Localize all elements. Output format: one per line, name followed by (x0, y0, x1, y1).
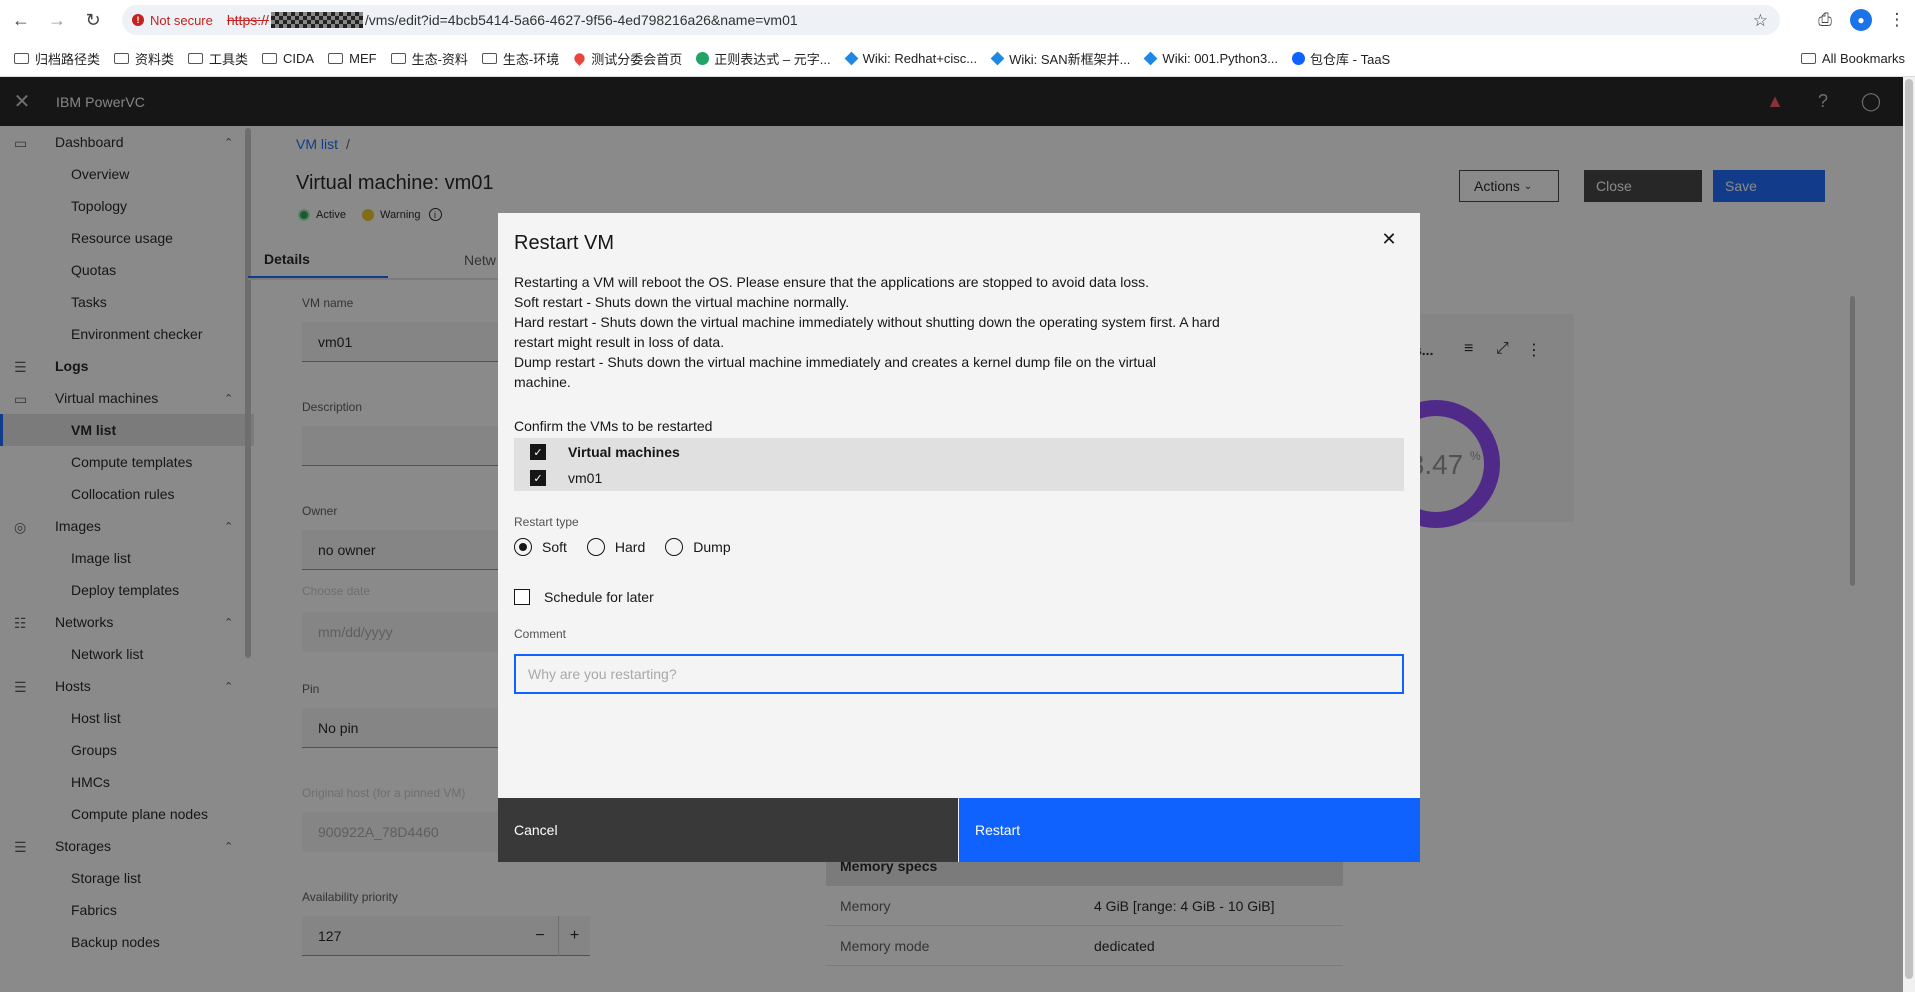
all-bookmarks[interactable]: All Bookmarks (1800, 50, 1905, 66)
radio-hard-label[interactable]: Hard (615, 539, 645, 555)
modal-description: Restarting a VM will reboot the OS. Plea… (514, 272, 1254, 392)
bookmark-item[interactable]: Wiki: SAN新框架并... (990, 49, 1131, 68)
restart-type-group: Soft Hard Dump (514, 538, 751, 556)
modal-title: Restart VM (514, 232, 615, 254)
bookmark-label: CIDA (283, 50, 315, 66)
bookmarks-bar: 归档路径类 资料类 工具类 CIDA MEF 生态-资料 生态-环境 测试分委会首页 正则表达式… (0, 40, 1915, 77)
bookmark-item[interactable]: 归档路径类 (14, 49, 100, 68)
radio-dump-label[interactable]: Dump (693, 539, 730, 555)
folder-icon (14, 52, 29, 64)
radio-dump[interactable] (665, 538, 684, 556)
favicon-icon (844, 51, 858, 65)
bookmark-label: 归档路径类 (35, 51, 101, 67)
bookmark-item[interactable]: 测试分委会首页 (572, 49, 683, 68)
restart-button[interactable]: Restart (959, 798, 1420, 862)
url-host-redacted (270, 12, 363, 28)
back-icon[interactable]: ← (6, 5, 36, 35)
bookmark-label: 包仓库 - TaaS (1310, 51, 1391, 67)
url-path: /vms/edit?id=4bcb5414-5a66-4627-9f56-4ed… (364, 12, 798, 28)
vm-name: vm01 (568, 470, 603, 486)
reload-icon[interactable]: ↻ (78, 5, 108, 35)
bookmark-label: 正则表达式 – 元字... (714, 51, 831, 67)
star-icon[interactable]: ☆ (1753, 11, 1768, 31)
table-header-row: ✓ Virtual machines (514, 439, 1404, 465)
url-scheme: https:// (226, 12, 269, 28)
table-header: Virtual machines (568, 444, 680, 460)
bookmark-item[interactable]: 生态-资料 (390, 49, 468, 68)
restart-vm-modal: Restart VM ✕ Restarting a VM will reboot… (498, 213, 1420, 862)
schedule-label[interactable]: Schedule for later (544, 589, 654, 605)
bookmark-label: 生态-环境 (502, 51, 560, 67)
cancel-button[interactable]: Cancel (498, 798, 958, 862)
folder-icon (1800, 52, 1816, 64)
schedule-checkbox[interactable] (514, 589, 530, 605)
security-chip[interactable]: ! Not secure (132, 13, 213, 28)
bookmark-item[interactable]: Wiki: 001.Python3... (1144, 51, 1278, 66)
bookmark-item[interactable]: 正则表达式 – 元字... (696, 49, 831, 68)
browser-toolbar: ← → ↻ ! Not secure https:// /vms/edit?id=… (0, 0, 1915, 40)
bookmark-label: 资料类 (135, 51, 175, 67)
folder-icon (114, 52, 130, 64)
bookmark-label: 工具类 (209, 51, 249, 67)
select-all-checkbox[interactable]: ✓ (530, 444, 546, 460)
menu-icon[interactable]: ⋮ (1879, 10, 1915, 30)
favicon-icon (1144, 51, 1158, 65)
bookmark-label: 测试分委会首页 (591, 51, 683, 67)
bookmark-label: 生态-资料 (411, 51, 468, 67)
folder-icon (262, 52, 278, 64)
bookmark-label: MEF (349, 50, 377, 66)
restart-type-label: Restart type (514, 515, 579, 529)
comment-label: Comment (514, 627, 567, 641)
forward-icon[interactable]: → (42, 5, 72, 35)
profile-icon[interactable]: ● (1850, 9, 1872, 31)
radio-soft-label[interactable]: Soft (542, 539, 567, 555)
favicon-icon (572, 50, 588, 66)
folder-icon (481, 52, 497, 64)
folder-icon (328, 52, 344, 64)
desc-line-soft: Soft restart - Shuts down the virtual ma… (514, 294, 850, 310)
bookmark-item[interactable]: MEF (328, 50, 377, 66)
vm-confirm-table: ✓ Virtual machines ✓ vm01 (514, 438, 1404, 491)
bookmark-label: Wiki: Redhat+cisc... (862, 50, 978, 66)
schedule-row: Schedule for later (514, 589, 654, 605)
bookmark-item[interactable]: 包仓库 - TaaS (1292, 49, 1390, 68)
bookmark-item[interactable]: 工具类 (188, 49, 248, 68)
bookmark-item[interactable]: CIDA (262, 51, 314, 66)
table-row: ✓ vm01 (514, 465, 1404, 491)
vm-checkbox[interactable]: ✓ (530, 470, 546, 486)
favicon-icon (696, 51, 710, 65)
bookmark-item[interactable]: 生态-环境 (481, 49, 560, 68)
page-scrollbar[interactable] (1903, 77, 1915, 992)
bookmark-label: Wiki: 001.Python3... (1162, 50, 1279, 66)
close-icon[interactable]: ✕ (1375, 225, 1403, 253)
security-label: Not secure (150, 12, 213, 28)
bookmark-label: Wiki: SAN新框架并... (1009, 51, 1131, 67)
desc-line-dump: Dump restart - Shuts down the virtual ma… (514, 354, 1156, 390)
favicon-icon (990, 51, 1005, 65)
folder-icon (390, 52, 406, 64)
comment-input[interactable] (514, 654, 1404, 694)
address-bar[interactable]: ! Not secure https:// /vms/edit?id=4bcb54… (122, 5, 1780, 35)
bookmark-item[interactable]: Wiki: Redhat+cisc... (844, 50, 978, 66)
favicon-icon (1292, 51, 1306, 65)
extensions-icon[interactable]: ⎙ (1807, 10, 1843, 30)
radio-soft[interactable] (514, 538, 532, 556)
warning-icon: ! (132, 14, 144, 26)
radio-hard[interactable] (586, 538, 605, 556)
app-root: ← → ↻ ! Not secure https:// /vms/edit?id=… (0, 0, 1915, 992)
folder-icon (188, 52, 204, 64)
bookmark-item[interactable]: 资料类 (114, 49, 174, 68)
browser-actions: ⎙ ● ⋮ (1807, 0, 1915, 40)
desc-line-warning: Restarting a VM will reboot the OS. Plea… (514, 274, 1150, 290)
confirm-label: Confirm the VMs to be restarted (514, 418, 713, 434)
desc-line-hard: Hard restart - Shuts down the virtual ma… (514, 314, 1220, 350)
all-bookmarks-label: All Bookmarks (1821, 50, 1905, 66)
